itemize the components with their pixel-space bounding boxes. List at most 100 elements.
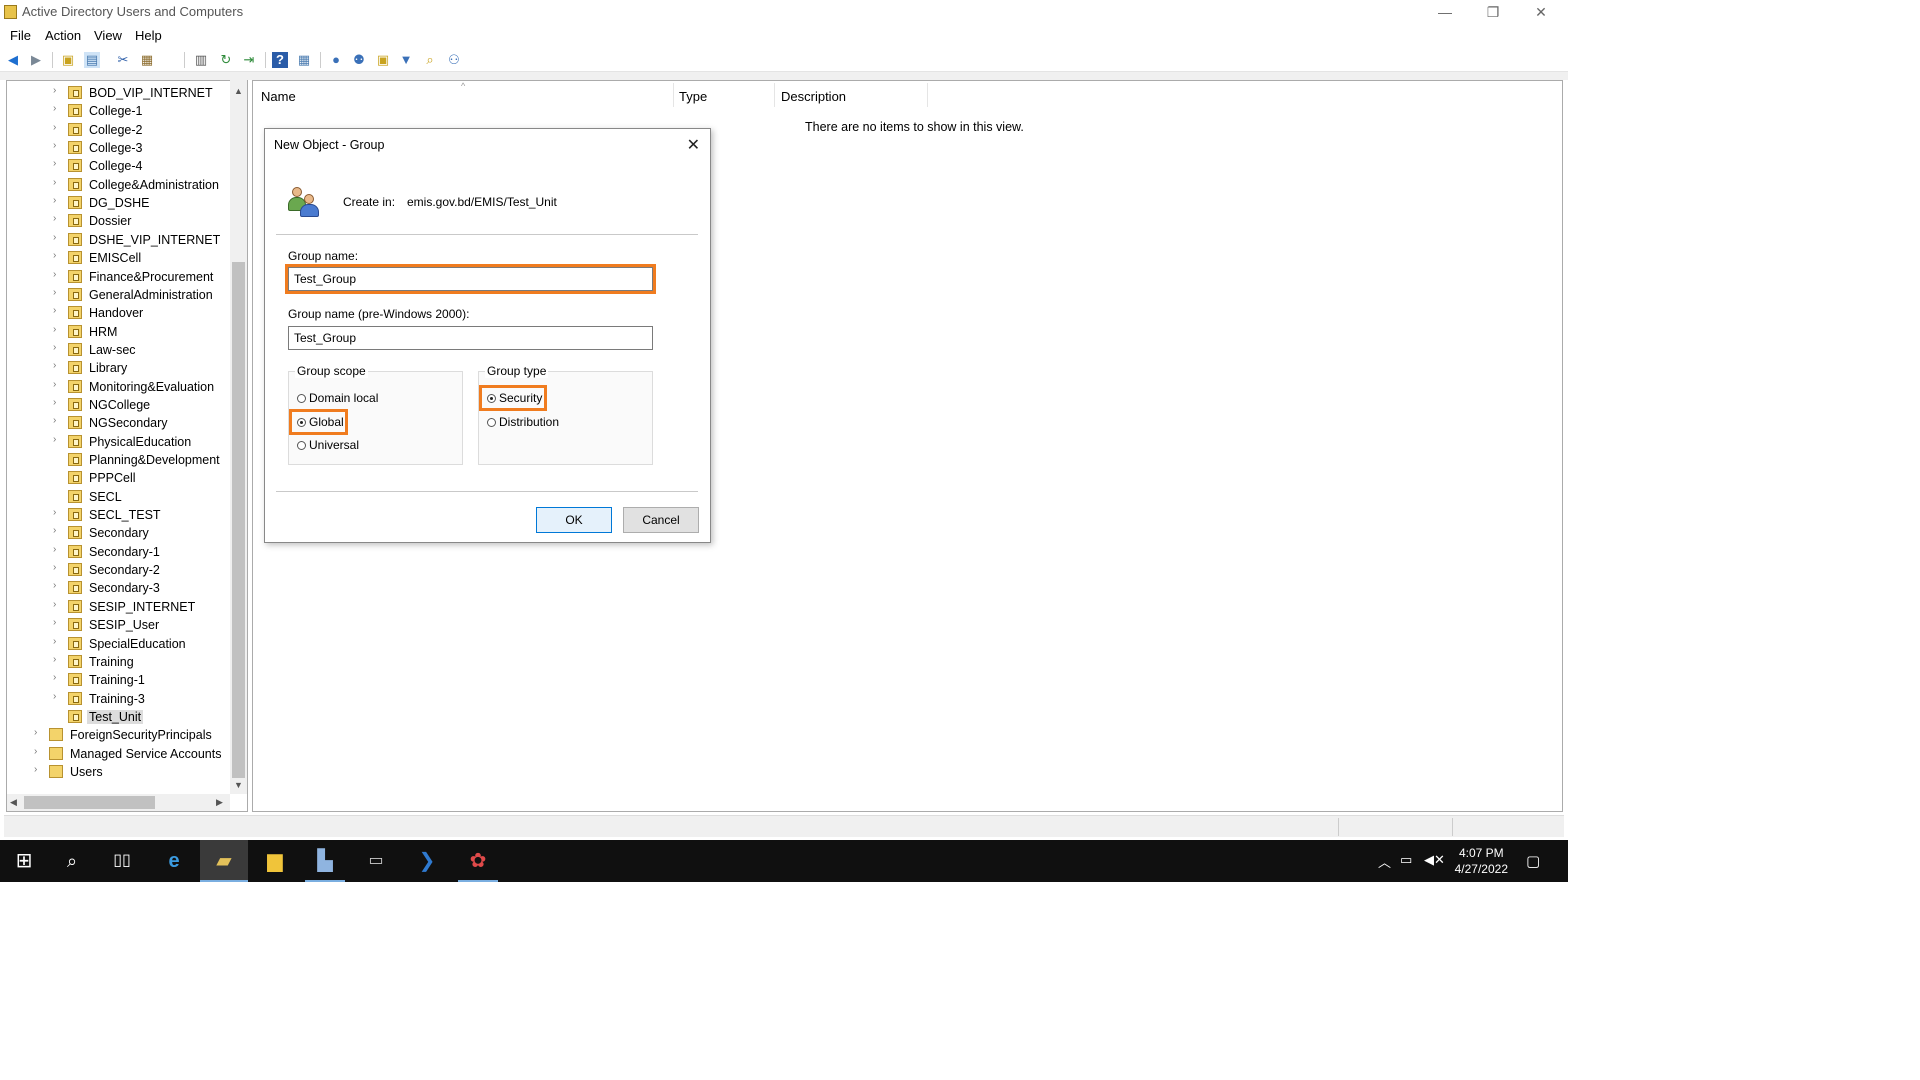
expand-chevron-icon[interactable]: › xyxy=(53,269,63,280)
find-icon[interactable]: ⌕ xyxy=(422,52,438,68)
expand-chevron-icon[interactable]: › xyxy=(53,305,63,316)
expand-chevron-icon[interactable]: › xyxy=(53,507,63,518)
tree-item[interactable]: › Training xyxy=(7,654,231,672)
expand-chevron-icon[interactable]: › xyxy=(53,232,63,243)
tree-item[interactable]: Planning&Development xyxy=(7,452,231,470)
dialog-close-icon[interactable]: ✕ xyxy=(687,135,700,155)
expand-chevron-icon[interactable]: › xyxy=(53,672,63,683)
tree-item[interactable]: › Finance&Procurement xyxy=(7,269,231,287)
expand-chevron-icon[interactable]: › xyxy=(53,544,63,555)
menu-action[interactable]: Action xyxy=(45,28,81,43)
tree-item[interactable]: › NGCollege xyxy=(7,397,231,415)
forward-icon[interactable]: ▶ xyxy=(28,52,44,68)
tree-item[interactable]: › Law-sec xyxy=(7,342,231,360)
expand-chevron-icon[interactable]: › xyxy=(53,654,63,665)
properties-icon[interactable]: ▥ xyxy=(193,52,209,68)
command-prompt-icon[interactable]: ▭ xyxy=(352,840,400,882)
scroll-left-arrow-icon[interactable]: ◀ xyxy=(10,797,17,808)
tree-item[interactable]: › SECL_TEST xyxy=(7,507,231,525)
expand-chevron-icon[interactable]: › xyxy=(53,360,63,371)
ok-button[interactable]: OK xyxy=(536,507,612,533)
tree-item[interactable]: › SESIP_User xyxy=(7,617,231,635)
tree-horizontal-scroll-thumb[interactable] xyxy=(24,796,155,809)
menu-help[interactable]: Help xyxy=(135,28,162,43)
tree-item[interactable]: › Secondary xyxy=(7,525,231,543)
refresh-icon[interactable]: ↻ xyxy=(218,52,234,68)
minimize-button[interactable]: — xyxy=(1422,0,1468,24)
tree-item[interactable]: › ForeignSecurityPrincipals xyxy=(7,727,231,745)
expand-chevron-icon[interactable]: › xyxy=(53,140,63,151)
expand-chevron-icon[interactable]: › xyxy=(53,636,63,647)
back-icon[interactable]: ◀ xyxy=(5,52,21,68)
cancel-button[interactable]: Cancel xyxy=(623,507,699,533)
group-name-input[interactable] xyxy=(285,264,656,294)
expand-chevron-icon[interactable]: › xyxy=(53,158,63,169)
tree-item[interactable]: › Secondary-1 xyxy=(7,544,231,562)
scroll-down-arrow-icon[interactable]: ▼ xyxy=(234,780,243,790)
tree-item[interactable]: › Handover xyxy=(7,305,231,323)
group-name-pre2000-input[interactable] xyxy=(288,326,653,350)
task-view-icon[interactable]: ▯▯ xyxy=(98,840,146,882)
expand-chevron-icon[interactable]: › xyxy=(53,580,63,591)
expand-chevron-icon[interactable]: › xyxy=(53,177,63,188)
type-distribution-radio[interactable]: Distribution xyxy=(487,415,559,431)
expand-chevron-icon[interactable]: › xyxy=(34,727,44,738)
tree-item[interactable]: › EMISCell xyxy=(7,250,231,268)
tree-item[interactable]: › Secondary-3 xyxy=(7,580,231,598)
network-icon[interactable]: ▭ xyxy=(1400,852,1412,868)
paint-icon[interactable]: ✿ xyxy=(454,840,502,882)
tree-item[interactable]: › HRM xyxy=(7,324,231,342)
scroll-right-arrow-icon[interactable]: ▶ xyxy=(216,797,223,808)
tree-item[interactable]: › SESIP_INTERNET xyxy=(7,599,231,617)
cut-icon[interactable]: ✂ xyxy=(115,52,131,68)
tree-item[interactable]: › BOD_VIP_INTERNET xyxy=(7,85,231,103)
system-clock[interactable]: 4:07 PM 4/27/2022 xyxy=(1455,845,1508,877)
tree-item[interactable]: › College-3 xyxy=(7,140,231,158)
expand-chevron-icon[interactable]: › xyxy=(53,287,63,298)
column-header-name[interactable]: Name xyxy=(261,89,296,104)
tree-item[interactable]: › Managed Service Accounts xyxy=(7,746,231,764)
show-hidden-icons-icon[interactable]: ︿ xyxy=(1378,852,1391,871)
internet-explorer-icon[interactable]: e xyxy=(150,840,198,882)
expand-chevron-icon[interactable]: › xyxy=(53,397,63,408)
tree-item[interactable]: › NGSecondary xyxy=(7,415,231,433)
tree-item[interactable]: Test_Unit xyxy=(7,709,231,727)
expand-chevron-icon[interactable]: › xyxy=(53,415,63,426)
tree-item[interactable]: › SpecialEducation xyxy=(7,636,231,654)
expand-chevron-icon[interactable]: › xyxy=(53,85,63,96)
expand-chevron-icon[interactable]: › xyxy=(53,434,63,445)
server-manager-icon[interactable]: ▙ xyxy=(301,840,349,882)
tree-item[interactable]: › DG_DSHE xyxy=(7,195,231,213)
menu-file[interactable]: File xyxy=(10,28,31,43)
up-folder-icon[interactable]: ▣ xyxy=(60,52,76,68)
tree-item[interactable]: › College-1 xyxy=(7,103,231,121)
column-header-description[interactable]: Description xyxy=(781,89,846,104)
expand-chevron-icon[interactable]: › xyxy=(34,764,44,775)
tree-item[interactable]: › Library xyxy=(7,360,231,378)
restore-button[interactable]: ❐ xyxy=(1470,0,1516,24)
new-ou-icon[interactable]: ▣ xyxy=(375,52,391,68)
close-button[interactable]: ✕ xyxy=(1518,0,1564,24)
expand-chevron-icon[interactable]: › xyxy=(53,525,63,536)
volume-muted-icon[interactable]: ◀✕ xyxy=(1424,852,1445,868)
help-icon[interactable]: ? xyxy=(272,52,288,68)
show-hide-console-tree-icon[interactable]: ▤ xyxy=(84,52,100,68)
tree-item[interactable]: › PhysicalEducation xyxy=(7,434,231,452)
tree-item[interactable]: › Training-1 xyxy=(7,672,231,690)
tree-item[interactable]: › Training-3 xyxy=(7,691,231,709)
expand-chevron-icon[interactable]: › xyxy=(53,103,63,114)
tree-item[interactable]: SECL xyxy=(7,489,231,507)
notifications-icon[interactable]: ▢ xyxy=(1526,852,1540,870)
expand-chevron-icon[interactable]: › xyxy=(53,379,63,390)
filter-icon[interactable]: ▼ xyxy=(398,52,414,68)
expand-chevron-icon[interactable]: › xyxy=(53,562,63,573)
scope-domain-local-radio[interactable]: Domain local xyxy=(297,391,378,407)
menu-view[interactable]: View xyxy=(94,28,122,43)
expand-chevron-icon[interactable]: › xyxy=(34,746,44,757)
powershell-icon[interactable]: ❯ xyxy=(403,840,451,882)
file-explorer-icon[interactable]: ▆ xyxy=(251,840,299,882)
type-security-radio[interactable]: Security xyxy=(487,391,542,407)
expand-chevron-icon[interactable]: › xyxy=(53,599,63,610)
tree-item[interactable]: PPPCell xyxy=(7,470,231,488)
expand-chevron-icon[interactable]: › xyxy=(53,617,63,628)
